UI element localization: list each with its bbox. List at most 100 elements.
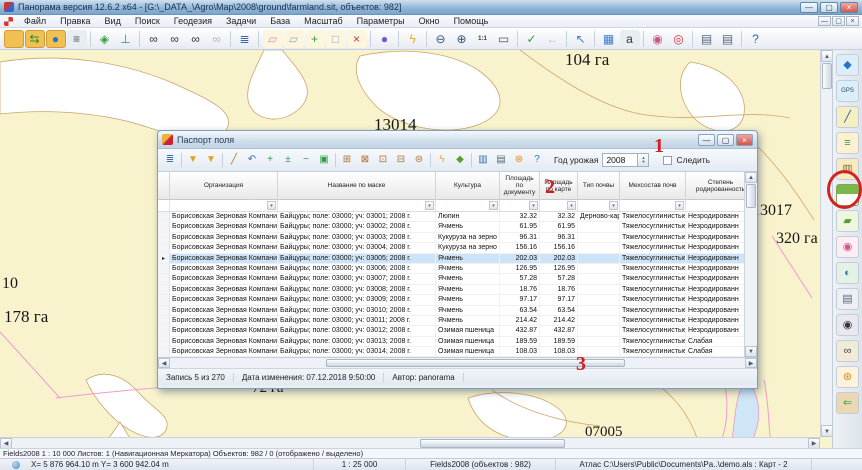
add-record-icon[interactable]: + bbox=[262, 152, 279, 169]
help-pointer-icon[interactable]: ? bbox=[746, 30, 766, 48]
objects-list-icon[interactable]: ≣ bbox=[235, 30, 255, 48]
view-3d-icon[interactable]: ● bbox=[375, 30, 395, 48]
table-row[interactable]: Борисовская Зерновая КомпанияБайцуры; по… bbox=[158, 337, 744, 347]
dialog-restore-button[interactable]: ▢ bbox=[717, 134, 734, 146]
grid-scroll-up-icon[interactable]: ▲ bbox=[745, 172, 757, 183]
menu-item-7[interactable]: База bbox=[263, 16, 297, 26]
apply-icon[interactable]: ✓ bbox=[522, 30, 542, 48]
zoom-out-icon[interactable]: ⊖ bbox=[431, 30, 451, 48]
filter-cell[interactable]: ▾ bbox=[620, 200, 686, 211]
grid-vertical-scrollbar[interactable]: ▲ ▼ bbox=[744, 172, 757, 357]
menu-item-5[interactable]: Геодезия bbox=[167, 16, 219, 26]
filter-dropdown-icon[interactable]: ▾ bbox=[489, 201, 498, 210]
thematic-map-icon[interactable]: ◐ bbox=[836, 262, 859, 284]
table-row[interactable]: Борисовская Зерновая КомпанияБайцуры; по… bbox=[158, 212, 744, 222]
mdi-restore-button[interactable]: ▢ bbox=[832, 16, 845, 26]
tool-clear-icon[interactable]: ⊜ bbox=[411, 152, 428, 169]
menu-item-11[interactable]: Помощь bbox=[447, 16, 496, 26]
menu-item-10[interactable]: Окно bbox=[412, 16, 447, 26]
column-header-8[interactable]: Степень родированность bbox=[686, 172, 744, 199]
layers-color-icon[interactable]: ≡ bbox=[836, 132, 859, 154]
exit-icon[interactable]: ⇐ bbox=[836, 392, 859, 414]
table-row[interactable]: Борисовская Зерновая КомпанияБайцуры; по… bbox=[158, 222, 744, 232]
filter-cell[interactable]: ▾ bbox=[436, 200, 500, 211]
layers-icon[interactable]: ◈ bbox=[95, 30, 115, 48]
print-page-icon[interactable]: ▤ bbox=[718, 30, 738, 48]
route-measure-icon[interactable]: ◎ bbox=[669, 30, 689, 48]
grid-horizontal-scrollbar[interactable]: ◀ ▶ bbox=[158, 358, 757, 369]
records-list-icon[interactable]: ≣ bbox=[162, 152, 179, 169]
grid-scroll-left-icon[interactable]: ◀ bbox=[158, 358, 170, 368]
filter-dropdown-icon[interactable]: ▾ bbox=[529, 201, 538, 210]
filter-search-icon[interactable]: ▼ bbox=[203, 152, 220, 169]
status-scale[interactable]: 1 : 25 000 bbox=[314, 459, 406, 470]
filter-dropdown-icon[interactable]: ▾ bbox=[567, 201, 576, 210]
column-header-0[interactable] bbox=[158, 172, 170, 199]
table-row[interactable]: Борисовская Зерновая КомпанияБайцуры; по… bbox=[158, 326, 744, 336]
map-vertical-scrollbar[interactable]: ▲ ▼ bbox=[820, 50, 832, 437]
open-list-icon[interactable]: ≡ bbox=[67, 30, 87, 48]
gps-icon[interactable]: GPS bbox=[836, 80, 859, 102]
find-object-icon[interactable]: ∞ bbox=[144, 30, 164, 48]
options-icon[interactable]: ⊛ bbox=[511, 152, 528, 169]
menu-item-3[interactable]: Вид bbox=[98, 16, 128, 26]
tool-copy-icon[interactable]: ⊟ bbox=[393, 152, 410, 169]
object-card-icon[interactable]: a bbox=[620, 30, 640, 48]
table-row[interactable]: Борисовская Зерновая КомпанияБайцуры; по… bbox=[158, 285, 744, 295]
reference-book-icon[interactable]: ▥ bbox=[475, 152, 492, 169]
paint-icon[interactable]: ◉ bbox=[648, 30, 668, 48]
table-row[interactable]: Борисовская Зерновая КомпанияБайцуры; по… bbox=[158, 243, 744, 253]
paint-map-icon[interactable]: ◉ bbox=[836, 236, 859, 258]
filter-cell[interactable]: ▾ bbox=[500, 200, 540, 211]
object-info-icon[interactable]: ▦ bbox=[599, 30, 619, 48]
find-by-name-icon[interactable]: ∞ bbox=[165, 30, 185, 48]
mdi-close-button[interactable]: × bbox=[846, 16, 859, 26]
follow-checkbox[interactable] bbox=[663, 156, 672, 165]
close-map-icon[interactable]: ⇆ bbox=[25, 30, 45, 48]
find-more-icon[interactable]: ∞ bbox=[186, 30, 206, 48]
menu-item-9[interactable]: Параметры bbox=[350, 16, 412, 26]
media-icon[interactable]: ◉ bbox=[836, 314, 859, 336]
undo-move-icon[interactable]: ← bbox=[543, 30, 563, 48]
select-contour-icon[interactable]: ▱ bbox=[263, 30, 283, 48]
table-row[interactable]: Борисовская Зерновая КомпанияБайцуры; по… bbox=[158, 306, 744, 316]
vertical-scroll-thumb[interactable] bbox=[822, 63, 832, 89]
geodesy-icon[interactable]: ⊥ bbox=[116, 30, 136, 48]
print-map-icon[interactable]: ▤ bbox=[836, 288, 859, 310]
grid-vertical-scroll-thumb[interactable] bbox=[746, 184, 756, 208]
pointer-icon[interactable]: ↖ bbox=[571, 30, 591, 48]
table-row[interactable]: Борисовская Зерновая КомпанияБайцуры; по… bbox=[158, 316, 744, 326]
tool-edit-icon[interactable]: ⊠ bbox=[357, 152, 374, 169]
search-tools-icon[interactable]: ∞ bbox=[836, 340, 859, 362]
filter-cell[interactable]: ▾ bbox=[686, 200, 744, 211]
field-passport-icon[interactable] bbox=[836, 184, 859, 206]
add-copy-icon[interactable]: ± bbox=[280, 152, 297, 169]
filter-icon[interactable]: ▼ bbox=[185, 152, 202, 169]
map-horizontal-scrollbar[interactable]: ◀ ▶ bbox=[0, 437, 820, 448]
satellite-icon[interactable]: ◆ bbox=[836, 54, 859, 76]
tool-assign-icon[interactable]: ⊞ bbox=[339, 152, 356, 169]
harvest-year-input[interactable]: 2008 bbox=[602, 153, 638, 167]
save-record-icon[interactable]: ▣ bbox=[316, 152, 333, 169]
edit-record-icon[interactable]: ╱ bbox=[226, 152, 243, 169]
column-header-6[interactable]: Тип почвы bbox=[578, 172, 620, 199]
restore-button[interactable]: ▢ bbox=[820, 2, 838, 13]
scale-1-1-icon[interactable]: 1:1 bbox=[473, 30, 493, 48]
minimize-button[interactable]: — bbox=[800, 2, 818, 13]
table-row[interactable]: Борисовская Зерновая КомпанияБайцуры; по… bbox=[158, 295, 744, 305]
menu-item-8[interactable]: Масштаб bbox=[297, 16, 350, 26]
undo-icon[interactable]: ↶ bbox=[244, 152, 261, 169]
table-row[interactable]: Борисовская Зерновая КомпанияБайцуры; по… bbox=[158, 233, 744, 243]
table-row[interactable]: Борисовская Зерновая КомпанияБайцуры; по… bbox=[158, 347, 744, 357]
filter-dropdown-icon[interactable]: ▾ bbox=[609, 201, 618, 210]
menu-item-6[interactable]: Задачи bbox=[219, 16, 263, 26]
column-header-5[interactable]: Площадь по карте bbox=[540, 172, 578, 199]
mdi-minimize-button[interactable]: — bbox=[818, 16, 831, 26]
filter-cell[interactable]: ▾ bbox=[540, 200, 578, 211]
column-header-2[interactable]: Название по маске bbox=[278, 172, 436, 199]
dialog-close-button[interactable]: × bbox=[736, 134, 753, 146]
menu-item-1[interactable]: Файл bbox=[17, 16, 53, 26]
filter-dropdown-icon[interactable]: ▾ bbox=[425, 201, 434, 210]
close-button[interactable]: × bbox=[840, 2, 858, 13]
field-draw-icon[interactable]: ╱ bbox=[836, 106, 859, 128]
